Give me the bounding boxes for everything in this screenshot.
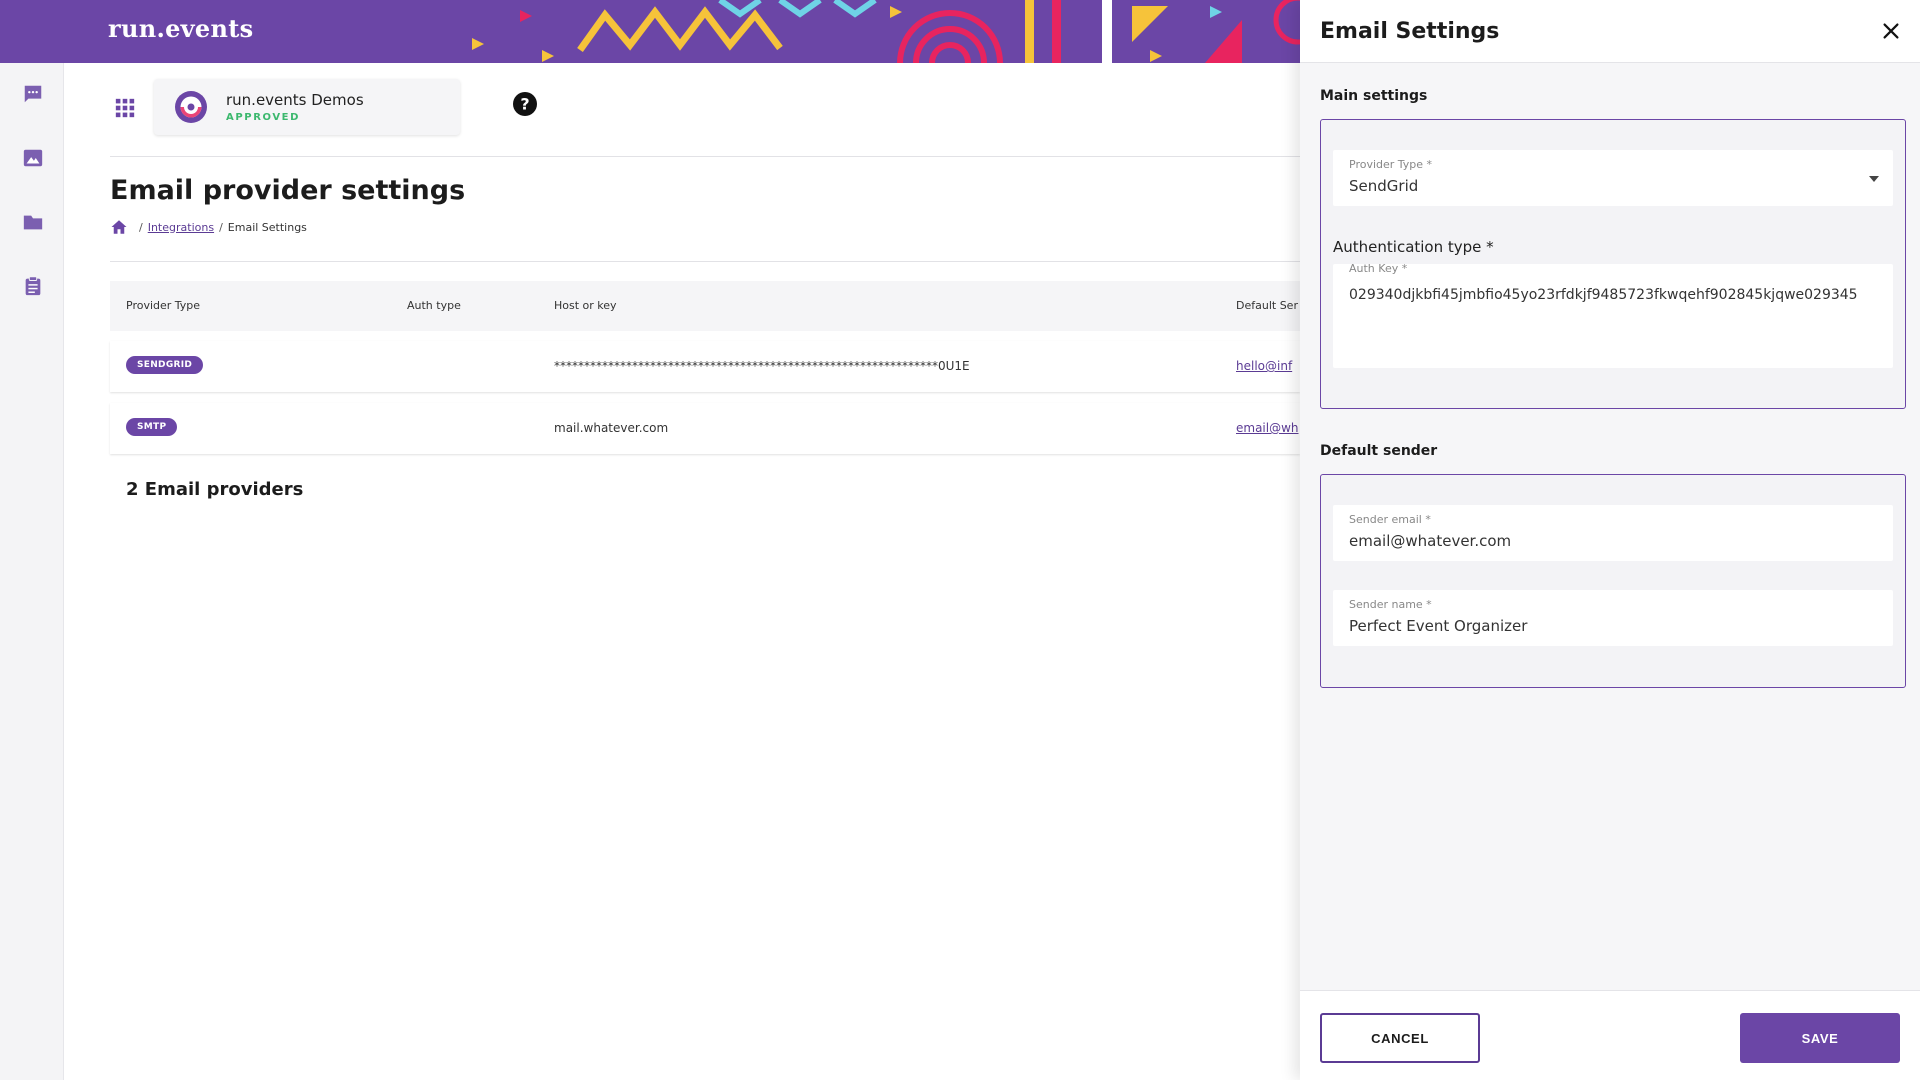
chat-icon[interactable] <box>22 83 44 105</box>
banner-gap <box>1102 0 1112 63</box>
page-title: Email provider settings <box>110 175 466 206</box>
host-cell: ****************************************… <box>554 359 970 373</box>
auth-key-input[interactable]: Auth Key * 029340djkbfi45jmbfio45yo23rfd… <box>1333 262 1893 368</box>
main-settings-group: Provider Type * SendGrid Authentication … <box>1320 119 1906 409</box>
provider-type-select[interactable]: Provider Type * SendGrid <box>1333 150 1893 206</box>
sender-name-label: Sender name * <box>1349 598 1432 611</box>
sender-email-label: Sender email * <box>1349 513 1431 526</box>
divider <box>110 261 1300 262</box>
breadcrumb-separator: / <box>139 220 143 234</box>
apps-grid-icon[interactable] <box>114 97 136 119</box>
org-logo-icon <box>175 91 207 123</box>
provider-type-label: Provider Type * <box>1349 158 1433 171</box>
main-settings-heading: Main settings <box>1320 88 1428 104</box>
breadcrumb-separator: / <box>219 220 223 234</box>
breadcrumb-current: Email Settings <box>227 220 307 234</box>
sender-name-field[interactable]: Sender name * Perfect Event Organizer <box>1333 590 1893 646</box>
column-header-auth-type[interactable]: Auth type <box>407 299 461 312</box>
help-icon[interactable]: ? <box>512 91 538 117</box>
org-name: run.events Demos <box>226 91 364 109</box>
image-icon[interactable] <box>22 147 44 169</box>
table-header: Provider Type Auth type Host or key Defa… <box>110 281 1300 331</box>
banner-pattern <box>472 0 1300 63</box>
clipboard-icon[interactable] <box>22 275 44 297</box>
header-banner: run.events <box>0 0 1300 63</box>
breadcrumb-link-integrations[interactable]: Integrations <box>148 221 214 234</box>
provider-type-value: SendGrid <box>1349 177 1419 195</box>
auth-type-label: Authentication type * <box>1333 238 1494 256</box>
auth-key-label: Auth Key * <box>1349 262 1408 275</box>
column-header-host[interactable]: Host or key <box>554 299 617 312</box>
sender-email-value: email@whatever.com <box>1349 532 1512 550</box>
default-sender-heading: Default sender <box>1320 443 1438 459</box>
drawer-title: Email Settings <box>1320 19 1500 44</box>
column-header-provider-type[interactable]: Provider Type <box>126 299 200 312</box>
left-rail <box>0 63 64 1080</box>
drawer-header: Email Settings <box>1300 0 1920 63</box>
auth-key-value: 029340djkbfi45jmbfio45yo23rfdkjf9485723f… <box>1349 287 1858 303</box>
main-content: run.events Demos APPROVED ? Email provid… <box>64 63 1300 1080</box>
breadcrumb: / Integrations / Email Settings <box>110 218 307 236</box>
providers-table: Provider Type Auth type Host or key Defa… <box>110 281 1300 454</box>
sender-email-link[interactable]: email@wh <box>1236 421 1299 435</box>
cancel-button[interactable]: CANCEL <box>1320 1013 1480 1063</box>
table-row[interactable]: SENDGRID *******************************… <box>110 341 1300 392</box>
save-button[interactable]: SAVE <box>1740 1013 1900 1063</box>
sender-email-link[interactable]: hello@inf <box>1236 359 1292 373</box>
close-icon[interactable] <box>1880 20 1902 42</box>
org-status-badge: APPROVED <box>226 112 301 123</box>
home-icon[interactable] <box>110 218 128 236</box>
provider-badge: SENDGRID <box>126 356 204 374</box>
chevron-down-icon[interactable] <box>1869 176 1879 182</box>
app-logo[interactable]: run.events <box>108 14 253 43</box>
table-row[interactable]: SMTP mail.whatever.com email@wh <box>110 403 1300 454</box>
column-header-default-sender[interactable]: Default Ser <box>1236 299 1298 312</box>
org-switcher[interactable]: run.events Demos APPROVED <box>154 79 460 135</box>
folder-icon[interactable] <box>22 211 44 233</box>
drawer-footer: CANCEL SAVE <box>1300 990 1920 1080</box>
providers-count: 2 Email providers <box>126 479 304 500</box>
email-settings-drawer: Email Settings Main settings Provider Ty… <box>1300 0 1920 1080</box>
sender-name-value: Perfect Event Organizer <box>1349 617 1528 635</box>
provider-badge: SMTP <box>126 418 178 436</box>
svg-text:?: ? <box>520 95 529 114</box>
sender-email-field[interactable]: Sender email * email@whatever.com <box>1333 505 1893 561</box>
default-sender-group: Sender email * email@whatever.com Sender… <box>1320 474 1906 688</box>
divider <box>110 156 1300 157</box>
host-cell: mail.whatever.com <box>554 421 669 435</box>
